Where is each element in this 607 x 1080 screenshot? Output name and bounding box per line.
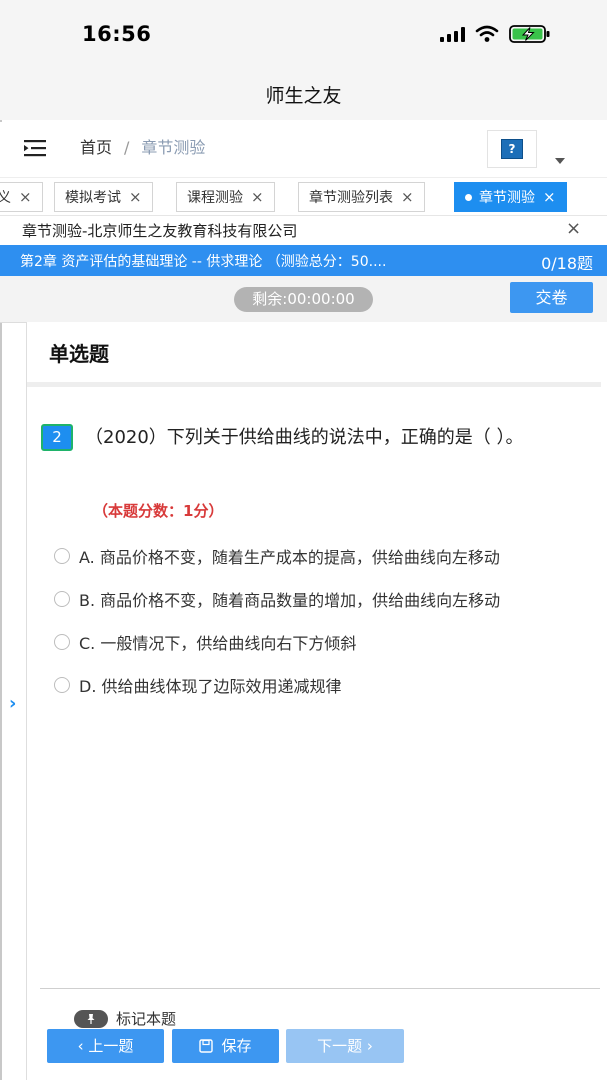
option-a[interactable]: A. 商品价格不变，随着生产成本的提高，供给曲线向左移动 [54, 543, 500, 569]
close-icon[interactable]: × [566, 218, 581, 239]
next-question-button[interactable]: 下一题 › [286, 1029, 404, 1063]
mark-question-toggle[interactable]: 标记本题 [74, 1008, 176, 1029]
chevron-down-icon[interactable] [555, 158, 565, 164]
tab-chapter-test-list[interactable]: 章节测验列表 × [298, 182, 425, 212]
save-button[interactable]: 保存 [172, 1029, 279, 1063]
tab-truncated[interactable]: 义 × [0, 182, 43, 212]
tab-label: 章节测验列表 [309, 190, 393, 206]
question-score: （本题分数：1分） [93, 502, 224, 520]
timer-row: 剩余:00:00:00 交卷 [0, 276, 607, 323]
battery-charging-icon [509, 25, 550, 43]
help-icon: ? [501, 139, 523, 159]
tab-label: 课程测验 [187, 190, 243, 206]
tab-label: 义 [0, 190, 11, 206]
pin-icon [74, 1009, 108, 1028]
nav-header: 首页 / 章节测验 ? [0, 122, 607, 177]
option-b[interactable]: B. 商品价格不变，随着商品数量的增加，供给曲线向左移动 [54, 586, 500, 612]
close-icon[interactable]: × [129, 188, 142, 206]
radio-button[interactable] [54, 677, 70, 693]
option-label: B. 商品价格不变，随着商品数量的增加，供给曲线向左移动 [79, 591, 501, 610]
company-title: 章节测验-北京师生之友教育科技有限公司 [22, 222, 298, 240]
close-icon[interactable]: × [401, 188, 414, 206]
breadcrumb-separator: / [124, 138, 130, 157]
timer-remaining: 剩余:00:00:00 [234, 287, 373, 312]
menu-icon[interactable] [24, 139, 46, 157]
help-button[interactable]: ? [487, 130, 537, 168]
option-label: A. 商品价格不变，随着生产成本的提高，供给曲线向左移动 [79, 548, 500, 567]
tab-course-test[interactable]: 课程测验 × [176, 182, 275, 212]
section-heading: 单选题 [49, 342, 109, 366]
save-label: 保存 [221, 1037, 252, 1055]
close-icon[interactable]: × [543, 188, 556, 206]
save-icon [199, 1039, 214, 1053]
progress-count: 0/18题 [541, 254, 593, 273]
active-dot-icon [465, 193, 472, 201]
close-icon[interactable]: × [251, 188, 264, 206]
footer-divider [40, 988, 600, 989]
chapter-bar: 第2章 资产评估的基础理论 -- 供求理论 （测验总分：50.... 0/18题 [0, 245, 607, 276]
status-time: 16:56 [82, 22, 152, 46]
wifi-icon [475, 25, 499, 42]
tab-label: 章节测验 [479, 190, 535, 206]
tab-chapter-test[interactable]: 章节测验 × [454, 182, 567, 212]
status-bar: 16:56 [0, 0, 607, 70]
breadcrumb: 首页 / 章节测验 [80, 136, 205, 160]
tabs-row: 义 × 模拟考试 × 课程测验 × 章节测验列表 × 章节测验 × [0, 177, 607, 216]
radio-button[interactable] [54, 591, 70, 607]
breadcrumb-home[interactable]: 首页 [80, 136, 112, 160]
option-d[interactable]: D. 供给曲线体现了边际效用递减规律 [54, 672, 342, 698]
tab-label: 模拟考试 [65, 190, 121, 206]
panel-edge [26, 1060, 27, 1080]
option-label: C. 一般情况下，供给曲线向右下方倾斜 [79, 634, 357, 653]
option-c[interactable]: C. 一般情况下，供给曲线向右下方倾斜 [54, 629, 356, 655]
app-title-bar: 师生之友 [0, 70, 607, 120]
breadcrumb-current: 章节测验 [141, 138, 206, 157]
app-title: 师生之友 [265, 85, 342, 107]
chevron-right-icon[interactable]: › [9, 693, 16, 714]
prev-question-button[interactable]: ‹ 上一题 [47, 1029, 164, 1063]
signal-icon [440, 26, 465, 42]
question-panel: 单选题 2 （2020）下列关于供给曲线的说法中，正确的是（ ）。 （本题分数：… [26, 322, 607, 1080]
question-text: （2020）下列关于供给曲线的说法中，正确的是（ ）。 [85, 427, 524, 448]
option-label: D. 供给曲线体现了边际效用递减规律 [79, 677, 342, 696]
close-icon[interactable]: × [19, 188, 32, 206]
mark-question-label: 标记本题 [116, 1010, 177, 1028]
company-row: 章节测验-北京师生之友教育科技有限公司 × [0, 215, 607, 246]
tab-mock-exam[interactable]: 模拟考试 × [54, 182, 153, 212]
section-divider [27, 382, 601, 387]
question-number-badge: 2 [41, 424, 73, 451]
radio-button[interactable] [54, 634, 70, 650]
submit-button[interactable]: 交卷 [510, 282, 593, 313]
chapter-title: 第2章 资产评估的基础理论 -- 供求理论 （测验总分：50.... [20, 254, 387, 270]
radio-button[interactable] [54, 548, 70, 564]
status-icons [440, 24, 551, 44]
